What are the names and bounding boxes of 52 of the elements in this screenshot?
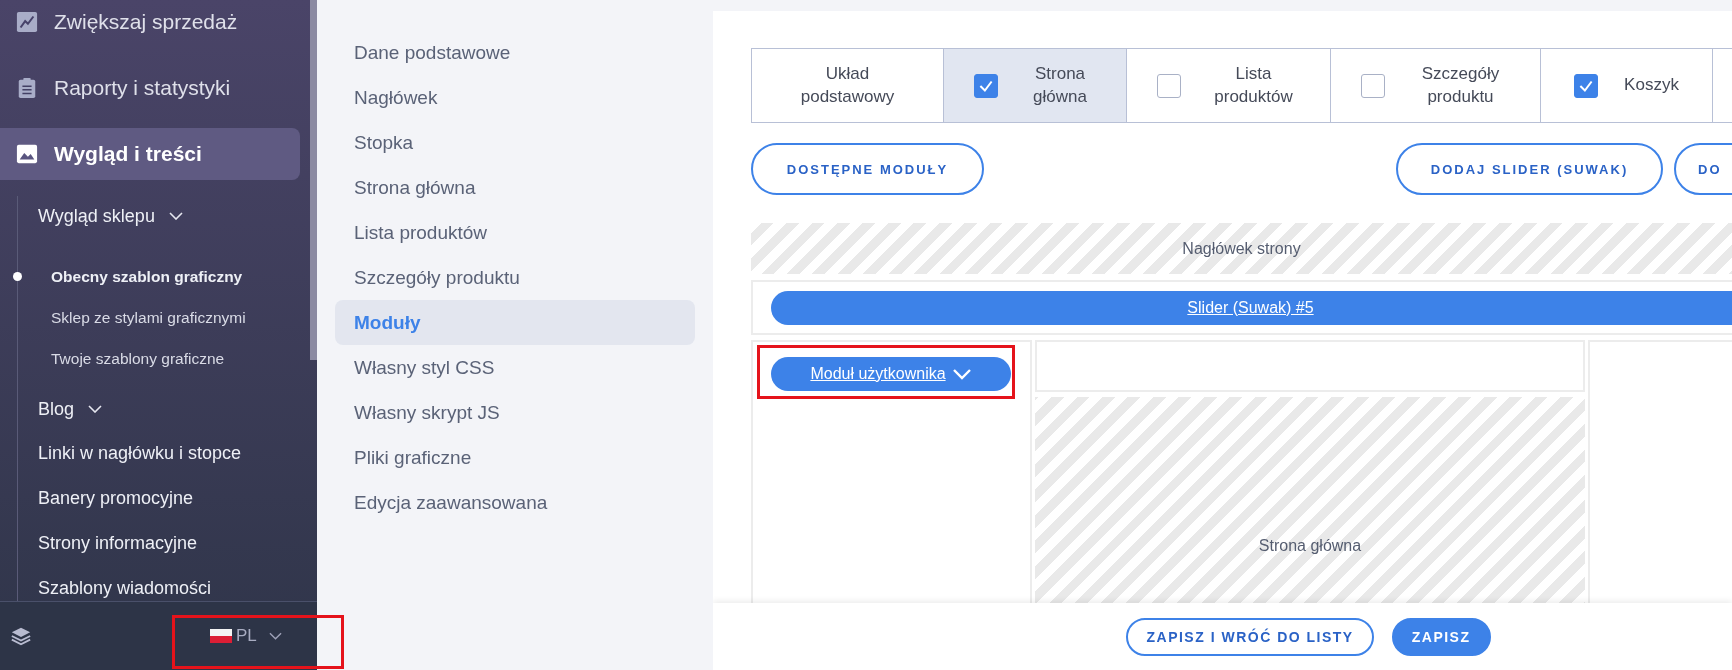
layout-tab[interactable]: Strona główna xyxy=(944,49,1127,122)
chevron-down-icon xyxy=(88,405,103,413)
sidebar-subitem[interactable]: Strony informacyjne xyxy=(18,521,300,566)
sidebar-subitem[interactable]: Obecny szablon graficzny xyxy=(13,256,300,297)
section-nav-item[interactable]: Edycja zaawansowana xyxy=(335,480,695,525)
section-nav-item[interactable]: Strona główna xyxy=(335,165,695,210)
chart-icon xyxy=(16,11,38,33)
sidebar-subitem[interactable]: Linki w nagłówku i stopce xyxy=(18,431,300,476)
section-nav-item[interactable]: Własny styl CSS xyxy=(335,345,695,390)
chevron-down-icon xyxy=(268,632,282,640)
image-icon xyxy=(16,143,38,165)
language-selector[interactable]: PL xyxy=(210,626,282,646)
section-nav-item[interactable]: Lista produktów xyxy=(335,210,695,255)
scrollbar-thumb[interactable] xyxy=(310,0,317,360)
sidebar-item-active[interactable]: Wygląd i treści xyxy=(0,128,300,180)
section-nav-item[interactable]: Szczegóły produktu xyxy=(335,255,695,300)
checkbox[interactable] xyxy=(1574,73,1599,98)
sidebar-subitem[interactable]: Banery promocyjne xyxy=(18,476,300,521)
section-nav-item[interactable]: Pliki graficzne xyxy=(335,435,695,480)
chevron-down-icon xyxy=(951,368,972,380)
chevron-down-icon xyxy=(168,212,183,220)
section-nav-item[interactable]: Stopka xyxy=(335,120,695,165)
section-nav-item[interactable]: Własny skrypt JS xyxy=(335,390,695,435)
flag-icon xyxy=(210,629,232,643)
sidebar-subitem[interactable]: Twoje szablony graficzne xyxy=(13,338,300,379)
checkbox[interactable] xyxy=(1361,73,1385,98)
zone-label: Strona główna xyxy=(1257,536,1363,556)
layout-tab[interactable]: Lista produktów xyxy=(1127,49,1331,122)
layout-tab[interactable]: Szczegóły produktu xyxy=(1331,49,1541,122)
checkbox[interactable] xyxy=(1157,73,1181,98)
user-module-link[interactable]: Moduł użytkownika xyxy=(771,357,1011,391)
sidebar-item[interactable]: Raporty i statystyki xyxy=(0,62,300,114)
layers-icon[interactable] xyxy=(10,625,32,647)
save-button[interactable]: ZAPISZ xyxy=(1391,617,1491,656)
sidebar-subitem[interactable]: Szablony wiadomości xyxy=(18,566,300,601)
module-button[interactable]: DOSTĘPNE MODUŁY xyxy=(751,143,984,195)
module-button[interactable]: DO xyxy=(1674,143,1732,195)
layout-tab[interactable]: Koszyk xyxy=(1541,49,1713,122)
sidebar-subitem[interactable]: Wygląd sklepu xyxy=(18,196,300,236)
clipboard-icon xyxy=(16,77,38,99)
section-nav-item[interactable]: Moduły xyxy=(335,300,695,345)
sidebar-subitem[interactable]: Blog xyxy=(18,389,300,429)
slider-module-link[interactable]: Slider (Suwak) #5 xyxy=(771,290,1732,325)
zone-label: Nagłówek strony xyxy=(1181,238,1302,259)
save-button[interactable]: ZAPISZ I WRÓĆ DO LISTY xyxy=(1126,617,1374,656)
sidebar-subitem[interactable]: Sklep ze stylami graficznymi xyxy=(13,297,300,338)
section-nav-item[interactable]: Nagłówek xyxy=(335,75,695,120)
sidebar-item[interactable]: Zwiększaj sprzedaż xyxy=(0,0,300,48)
checkbox[interactable] xyxy=(974,73,998,98)
section-nav-item[interactable]: Dane podstawowe xyxy=(335,30,695,75)
module-button[interactable]: DODAJ SLIDER (SUWAK) xyxy=(1396,143,1663,195)
current-dot xyxy=(13,272,22,281)
